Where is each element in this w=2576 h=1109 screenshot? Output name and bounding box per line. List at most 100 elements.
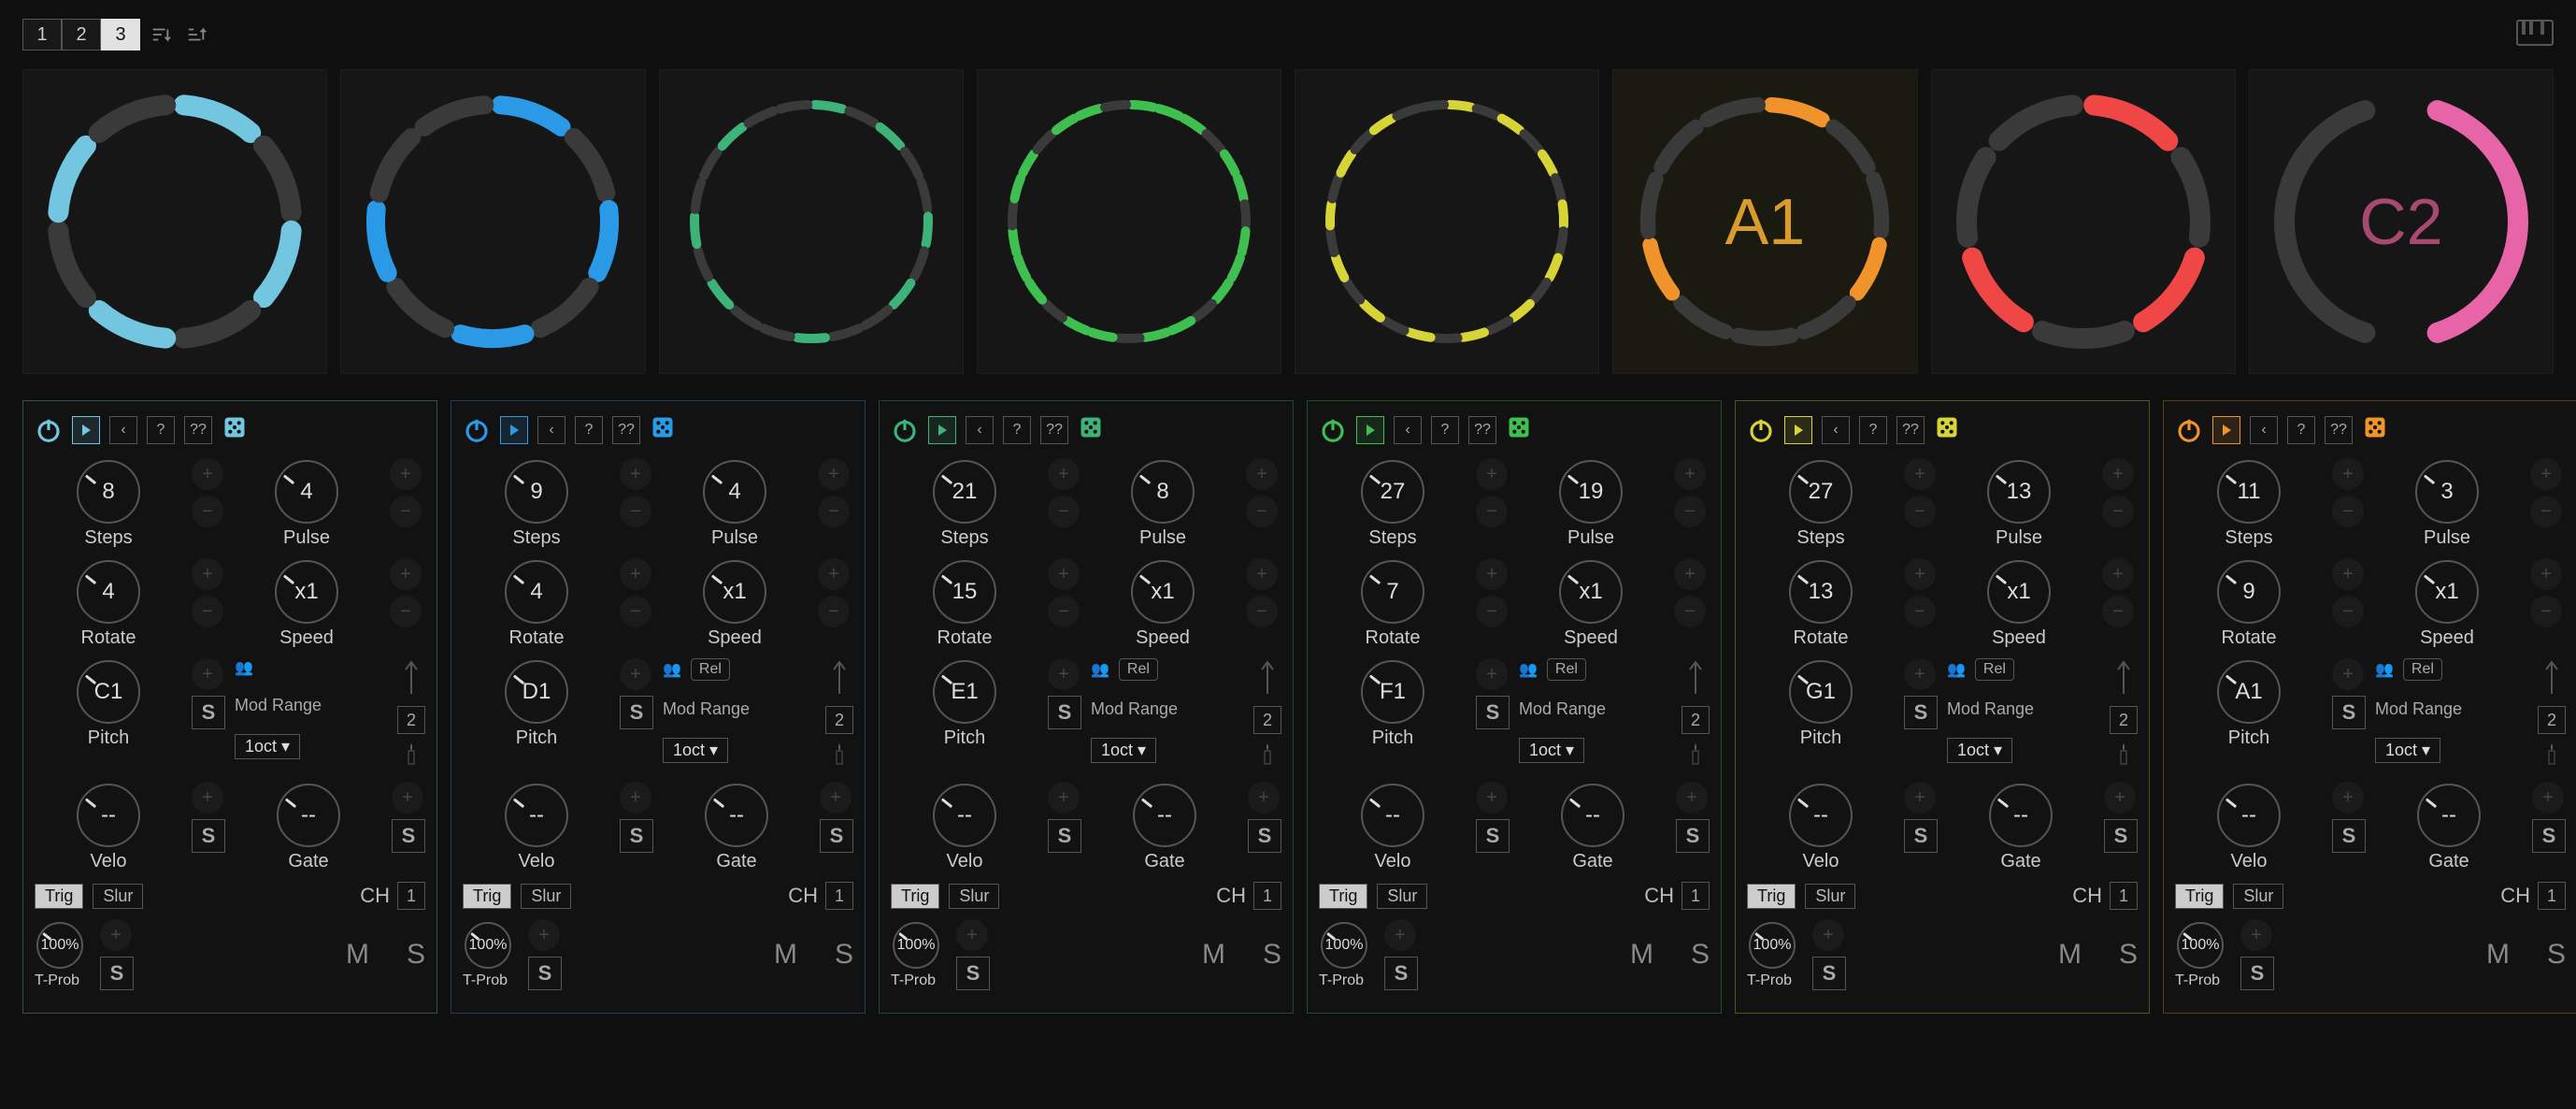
keyboard-icon[interactable]	[2516, 20, 2554, 50]
rel-toggle[interactable]: Rel	[1547, 658, 1586, 681]
s-toggle[interactable]: S	[2532, 819, 2566, 853]
rel-toggle[interactable]: Rel	[1119, 658, 1158, 681]
velo-knob[interactable]: --	[75, 782, 142, 849]
ring-display-7[interactable]	[1931, 69, 2236, 374]
prev-button[interactable]: ‹	[1394, 416, 1422, 444]
solo-button[interactable]: S	[835, 939, 853, 971]
prev-button[interactable]: ‹	[2250, 416, 2278, 444]
increment-button[interactable]: +	[392, 782, 423, 814]
midi-channel[interactable]: 1	[1682, 882, 1710, 910]
dice-icon[interactable]	[222, 414, 248, 445]
increment-button[interactable]: +	[192, 658, 223, 690]
velo-knob[interactable]: --	[503, 782, 570, 849]
speed-knob[interactable]: x1	[2413, 558, 2481, 626]
pulse-knob[interactable]: 4	[273, 458, 340, 526]
midi-channel[interactable]: 1	[2110, 882, 2138, 910]
decrement-button[interactable]: −	[1246, 496, 1278, 527]
increment-button[interactable]: +	[1904, 782, 1936, 814]
increment-button[interactable]: +	[1674, 558, 1706, 590]
decrement-button[interactable]: −	[818, 596, 850, 627]
increment-button[interactable]: +	[1246, 558, 1278, 590]
decrement-button[interactable]: −	[2332, 596, 2364, 627]
increment-button[interactable]: +	[2332, 658, 2364, 690]
decrement-button[interactable]: −	[1476, 596, 1508, 627]
page-button-1[interactable]: 1	[22, 19, 62, 50]
s-toggle[interactable]: S	[1384, 957, 1418, 990]
increment-button[interactable]: +	[1904, 658, 1936, 690]
mod-range-amount[interactable]: 2	[1253, 706, 1281, 734]
gate-knob[interactable]: --	[1559, 782, 1626, 849]
mod-range-select[interactable]: 1oct ▾	[1519, 738, 1584, 763]
s-toggle[interactable]: S	[956, 957, 990, 990]
velo-knob[interactable]: --	[1359, 782, 1426, 849]
mod-range-select[interactable]: 1oct ▾	[2375, 738, 2440, 763]
increment-button[interactable]: +	[818, 458, 850, 490]
solo-button[interactable]: S	[407, 939, 425, 971]
solo-button[interactable]: S	[2119, 939, 2138, 971]
power-button[interactable]	[463, 416, 491, 444]
s-toggle[interactable]: S	[1904, 819, 1938, 853]
steps-knob[interactable]: 8	[75, 458, 142, 526]
tprob-knob[interactable]: 100%	[463, 920, 513, 971]
increment-button[interactable]: +	[818, 558, 850, 590]
play-button[interactable]	[1784, 416, 1812, 444]
pitch-knob[interactable]: G1	[1787, 658, 1854, 726]
increment-button[interactable]: +	[1048, 782, 1080, 814]
mute-button[interactable]: M	[1202, 939, 1225, 971]
play-button[interactable]	[500, 416, 528, 444]
s-toggle[interactable]: S	[820, 819, 853, 853]
decrement-button[interactable]: −	[620, 596, 651, 627]
dice-icon[interactable]	[1506, 414, 1532, 445]
s-toggle[interactable]: S	[1476, 819, 1510, 853]
s-toggle[interactable]: S	[1248, 819, 1281, 853]
s-toggle[interactable]: S	[1904, 696, 1938, 729]
mod-range-select[interactable]: 1oct ▾	[1947, 738, 2012, 763]
rotate-knob[interactable]: 4	[503, 558, 570, 626]
increment-button[interactable]: +	[2530, 458, 2562, 490]
pulse-knob[interactable]: 3	[2413, 458, 2481, 526]
ring-display-3[interactable]	[659, 69, 964, 374]
play-button[interactable]	[1356, 416, 1384, 444]
decrement-button[interactable]: −	[192, 596, 223, 627]
decrement-button[interactable]: −	[2530, 496, 2562, 527]
play-button[interactable]	[928, 416, 956, 444]
increment-button[interactable]: +	[2102, 458, 2134, 490]
decrement-button[interactable]: −	[1476, 496, 1508, 527]
increment-button[interactable]: +	[192, 458, 223, 490]
mute-button[interactable]: M	[2058, 939, 2082, 971]
increment-button[interactable]: +	[192, 558, 223, 590]
increment-button[interactable]: +	[2240, 919, 2272, 951]
s-toggle[interactable]: S	[2104, 819, 2138, 853]
power-button[interactable]	[2175, 416, 2203, 444]
random-all-button[interactable]: ??	[1468, 416, 1496, 444]
pitch-knob[interactable]: E1	[931, 658, 998, 726]
increment-button[interactable]: +	[1904, 558, 1936, 590]
random-one-button[interactable]: ?	[575, 416, 603, 444]
dice-icon[interactable]	[650, 414, 676, 445]
dice-icon[interactable]	[1934, 414, 1960, 445]
random-all-button[interactable]: ??	[612, 416, 640, 444]
increment-button[interactable]: +	[2332, 558, 2364, 590]
random-one-button[interactable]: ?	[1859, 416, 1887, 444]
increment-button[interactable]: +	[2102, 558, 2134, 590]
pitch-knob[interactable]: A1	[2215, 658, 2283, 726]
gate-knob[interactable]: --	[275, 782, 342, 849]
mute-button[interactable]: M	[2486, 939, 2510, 971]
trig-toggle[interactable]: Trig	[1319, 884, 1367, 909]
rotate-knob[interactable]: 7	[1359, 558, 1426, 626]
s-toggle[interactable]: S	[1676, 819, 1710, 853]
decrement-button[interactable]: −	[1904, 496, 1936, 527]
s-toggle[interactable]: S	[620, 696, 653, 729]
steps-knob[interactable]: 27	[1359, 458, 1426, 526]
solo-button[interactable]: S	[2547, 939, 2566, 971]
mute-button[interactable]: M	[1630, 939, 1653, 971]
prev-button[interactable]: ‹	[1822, 416, 1850, 444]
speed-knob[interactable]: x1	[701, 558, 768, 626]
midi-channel[interactable]: 1	[825, 882, 853, 910]
velo-knob[interactable]: --	[2215, 782, 2283, 849]
s-toggle[interactable]: S	[392, 819, 425, 853]
prev-button[interactable]: ‹	[109, 416, 137, 444]
increment-button[interactable]: +	[1048, 458, 1080, 490]
decrement-button[interactable]: −	[1674, 596, 1706, 627]
slur-toggle[interactable]: Slur	[93, 884, 143, 909]
